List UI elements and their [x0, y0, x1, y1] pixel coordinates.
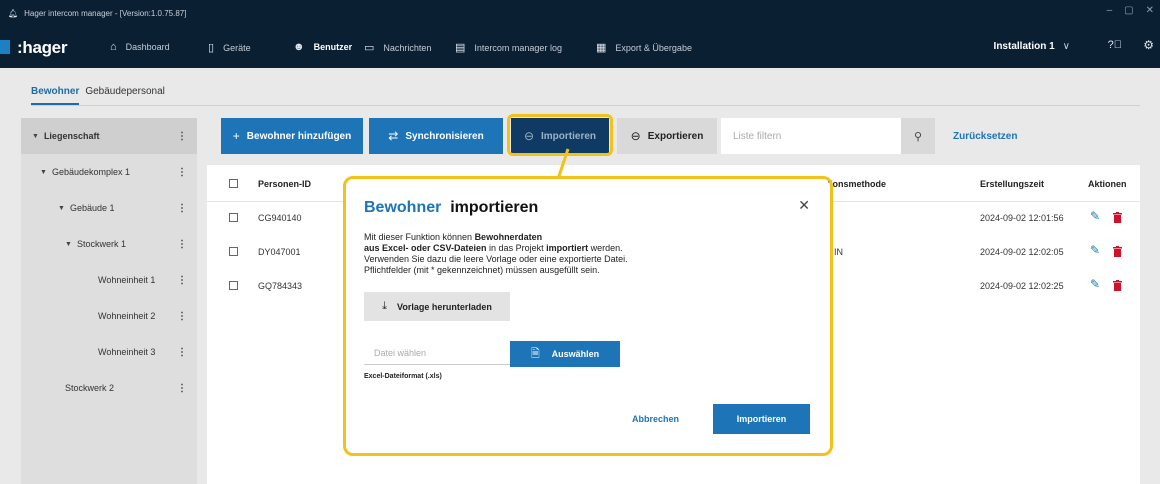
choose-file-button[interactable]: 🗎︎ Auswählen	[510, 341, 620, 367]
caret-down-icon: ▼	[40, 168, 47, 176]
bell-icon: 🔔︎	[8, 8, 19, 18]
caret-down-icon: ▼	[65, 240, 72, 248]
add-resident-button[interactable]: + Bewohner hinzufügen	[221, 118, 363, 154]
file-format-hint: Excel-Dateiformat (.xls)	[364, 373, 442, 380]
row-id: DY047001	[258, 247, 301, 257]
row-method: IN	[834, 247, 843, 257]
sync-icon: ⇄	[388, 129, 399, 143]
caret-down-icon: ▼	[58, 204, 65, 212]
more-menu-icon[interactable]: ⋮	[177, 311, 187, 322]
help-icon[interactable]: ?⃝	[1108, 39, 1122, 51]
row-checkbox[interactable]	[229, 281, 238, 290]
edit-icon[interactable]: ✎	[1090, 209, 1100, 223]
caret-down-icon: ▼	[32, 132, 39, 140]
edit-icon[interactable]: ✎	[1090, 243, 1100, 257]
window-title: Hager intercom manager - [Version:1.0.75…	[24, 8, 187, 18]
nav-geraete[interactable]: ▯ Geräte	[208, 41, 251, 54]
row-checkbox[interactable]	[229, 213, 238, 222]
more-menu-icon[interactable]: ⋮	[177, 239, 187, 250]
nav-export-uebergabe[interactable]: ▦ Export & Übergabe	[596, 41, 692, 54]
row-created: 2024-09-02 12:01:56	[980, 213, 1064, 223]
more-menu-icon[interactable]: ⋮	[177, 383, 187, 394]
column-header-id[interactable]: Personen-ID	[258, 179, 311, 189]
more-menu-icon[interactable]: ⋮	[177, 131, 187, 142]
delete-icon[interactable]	[1113, 246, 1122, 257]
row-created: 2024-09-02 12:02:05	[980, 247, 1064, 257]
row-created: 2024-09-02 12:02:25	[980, 281, 1064, 291]
row-checkbox[interactable]	[229, 247, 238, 256]
download-template-button[interactable]: ⤓ Vorlage herunterladen	[364, 292, 510, 321]
reset-link[interactable]: Zurücksetzen	[953, 131, 1017, 142]
dashboard-icon: ⌂	[110, 41, 117, 53]
tree-item-wohneinheit-1[interactable]: Wohneinheit 1 ⋮	[21, 262, 197, 298]
more-menu-icon[interactable]: ⋮	[177, 347, 187, 358]
nav-nachrichten[interactable]: ▭ Nachrichten	[364, 41, 431, 54]
brand-mark	[0, 40, 10, 54]
file-input[interactable]	[364, 341, 510, 365]
dialog-description: Mit dieser Funktion können Bewohnerdaten…	[364, 232, 628, 275]
export-button[interactable]: ⊖ Exportieren	[617, 118, 717, 154]
tree-item-liegenschaft[interactable]: ▼ Liegenschaft ⋮	[21, 118, 197, 154]
confirm-import-button[interactable]: Importieren	[713, 404, 810, 434]
property-tree: ▼ Liegenschaft ⋮ ▼ Gebäudekomplex 1 ⋮ ▼ …	[21, 118, 197, 484]
filter-input[interactable]	[721, 118, 901, 154]
plus-icon: +	[232, 129, 240, 143]
tab-gebaeudepersonal[interactable]: Gebäudepersonal	[85, 86, 165, 105]
device-icon: ▯	[208, 42, 215, 54]
hager-logo: :hager	[17, 38, 68, 57]
more-menu-icon[interactable]: ⋮	[177, 275, 187, 286]
nav-benutzer[interactable]: ☻ Benutzer	[293, 41, 352, 53]
top-navigation: :hager ⌂ Dashboard ▯ Geräte ☻ Benutzer ▭…	[0, 26, 1160, 68]
tree-item-stockwerk-2[interactable]: Stockwerk 2 ⋮	[21, 370, 197, 406]
search-icon[interactable]: ⚲	[901, 118, 935, 154]
delete-icon[interactable]	[1113, 280, 1122, 291]
row-id: GQ784343	[258, 281, 303, 291]
window-titlebar: 🔔︎ Hager intercom manager - [Version:1.0…	[0, 0, 1160, 26]
column-header-actions: Aktionen	[1088, 179, 1127, 189]
import-residents-dialog: Bewohner importieren ✕ Mit dieser Funkti…	[346, 179, 830, 453]
nav-intercom-log[interactable]: ▤ Intercom manager log	[455, 41, 562, 54]
tab-bewohner[interactable]: Bewohner	[31, 86, 80, 105]
file-icon: 🗎︎	[530, 347, 540, 360]
message-icon: ▭	[364, 42, 375, 54]
tabs-divider	[31, 105, 1140, 106]
export-icon: ⊖	[630, 129, 641, 143]
sync-button[interactable]: ⇄ Synchronisieren	[369, 118, 503, 154]
row-id: CG940140	[258, 213, 302, 223]
column-header-method[interactable]: tionsmethode	[827, 179, 886, 189]
dialog-title: Bewohner importieren	[364, 199, 539, 216]
cancel-button[interactable]: Abbrechen	[632, 414, 679, 424]
users-icon: ☻	[293, 41, 305, 53]
chevron-down-icon: ∨	[1062, 41, 1070, 52]
column-header-created[interactable]: Erstellungszeit	[980, 179, 1044, 189]
tree-item-gebaeudekomplex-1[interactable]: ▼ Gebäudekomplex 1 ⋮	[21, 154, 197, 190]
nav-dashboard[interactable]: ⌂ Dashboard	[110, 41, 170, 53]
download-icon: ⤓	[382, 300, 387, 312]
more-menu-icon[interactable]: ⋮	[177, 203, 187, 214]
export-handover-icon: ▦	[596, 42, 607, 54]
tree-item-wohneinheit-2[interactable]: Wohneinheit 2 ⋮	[21, 298, 197, 334]
log-icon: ▤	[455, 42, 466, 54]
tree-item-wohneinheit-3[interactable]: Wohneinheit 3 ⋮	[21, 334, 197, 370]
maximize-button[interactable]: ▢	[1124, 5, 1133, 16]
resident-tabs: Bewohner Gebäudepersonal	[31, 86, 165, 105]
edit-icon[interactable]: ✎	[1090, 277, 1100, 291]
close-window-button[interactable]: ✕	[1146, 5, 1154, 16]
close-icon[interactable]: ✕	[798, 197, 810, 214]
window-controls: – ▢ ✕	[1107, 5, 1154, 16]
more-menu-icon[interactable]: ⋮	[177, 167, 187, 178]
installation-select[interactable]: Installation 1 ∨	[994, 41, 1070, 52]
minimize-button[interactable]: –	[1107, 5, 1113, 16]
tree-item-stockwerk-1[interactable]: ▼ Stockwerk 1 ⋮	[21, 226, 197, 262]
gear-icon[interactable]: ⚙	[1143, 38, 1154, 52]
select-all-checkbox[interactable]	[229, 179, 238, 188]
tree-item-gebaeude-1[interactable]: ▼ Gebäude 1 ⋮	[21, 190, 197, 226]
delete-icon[interactable]	[1113, 212, 1122, 223]
